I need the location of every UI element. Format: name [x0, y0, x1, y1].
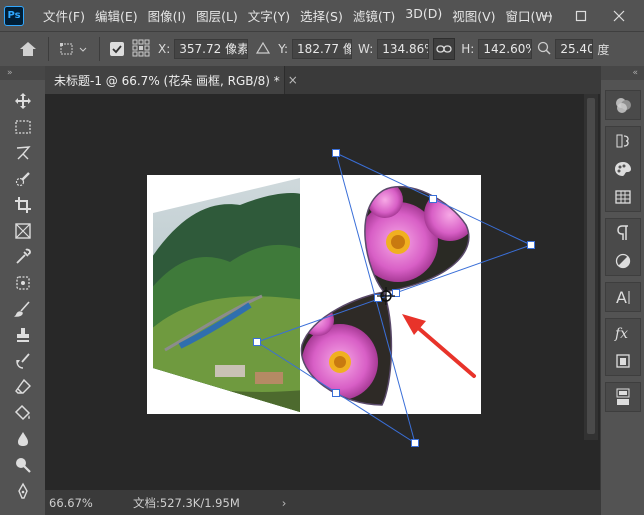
copy-icon [616, 354, 630, 368]
transform-handle-top-left[interactable] [332, 149, 340, 157]
character-panel-button[interactable]: A [606, 283, 640, 311]
character-icon: A [616, 288, 630, 306]
zoom-level[interactable]: 66.67% [49, 496, 119, 510]
transform-handle-bottom-right[interactable] [411, 439, 419, 447]
adjustments-icon [616, 134, 629, 148]
right-panel-bar: « A fx [600, 66, 644, 515]
color-panel-button[interactable] [606, 91, 640, 119]
paragraph-panel-button[interactable] [606, 219, 640, 247]
document-size: 文档:527.3K/1.95M [133, 495, 240, 510]
panel-group-styles: fx [605, 318, 641, 376]
status-menu-arrow[interactable]: › [282, 496, 287, 510]
transform-handle-bottom-left[interactable] [253, 338, 261, 346]
paragraph-icon [617, 225, 628, 240]
swatches-panel-button[interactable] [606, 155, 640, 183]
panel-group-text [605, 218, 641, 276]
transform-handle-top-right[interactable] [527, 241, 535, 249]
grid-icon [615, 190, 631, 204]
scrollbar-thumb[interactable] [587, 98, 595, 434]
collapse-panels-button[interactable]: « [601, 66, 644, 80]
panel-group-layers [605, 382, 641, 412]
color-icon [616, 98, 631, 113]
vertical-scrollbar[interactable] [584, 94, 598, 440]
photoshop-window: Ps 文件(F) 编辑(E) 图像(I) 图层(L) 文字(Y) 选择(S) 滤镜(T) 3D… [0, 0, 644, 515]
panel-group-character: A [605, 282, 641, 312]
swatches-icon [615, 162, 631, 176]
styles-panel-button[interactable]: fx [606, 319, 640, 347]
svg-text:fx: fx [614, 326, 628, 341]
panel-group-color [605, 90, 641, 120]
contrast-panel-button[interactable] [606, 247, 640, 275]
contrast-icon [615, 253, 631, 269]
canvas-area[interactable] [0, 0, 644, 515]
copy-panel-button[interactable] [606, 347, 640, 375]
grid-panel-button[interactable] [606, 183, 640, 211]
channels-panel-button[interactable] [606, 383, 640, 411]
channels-icon [616, 388, 630, 405]
panel-group-adjust [605, 126, 641, 212]
svg-text:A: A [616, 288, 627, 306]
fx-icon: fx [614, 326, 628, 341]
transform-handle-bottom-middle[interactable] [332, 389, 340, 397]
adjustments-panel-button[interactable] [606, 127, 640, 155]
status-bar: 66.67% 文档:527.3K/1.95M › [45, 490, 600, 515]
transform-handle-top-middle[interactable] [429, 195, 437, 203]
